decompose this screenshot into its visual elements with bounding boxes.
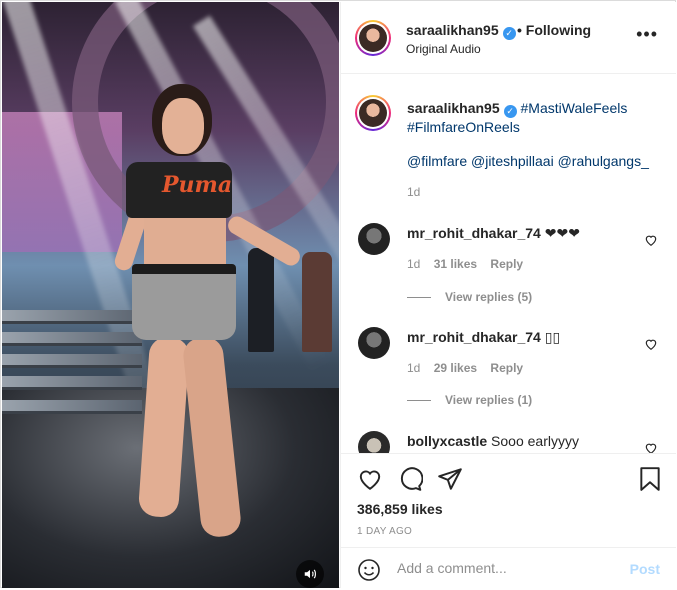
speaker-icon <box>304 569 316 579</box>
post-video[interactable]: Puma <box>2 2 339 588</box>
comment-text: ▯▯ <box>544 329 561 345</box>
caption-timestamp[interactable]: 1d <box>407 185 420 199</box>
comment-avatar[interactable] <box>358 431 390 453</box>
comment-avatar[interactable] <box>358 223 390 255</box>
comment-text: ❤❤❤ <box>544 225 580 241</box>
comment-username[interactable]: mr_rohit_dhakar_74 <box>407 329 541 345</box>
post-header: saraalikhan95 ✓ • Following Original Audi… <box>341 2 676 74</box>
like-comment-heart-icon[interactable] <box>644 233 658 247</box>
background-person <box>248 248 274 352</box>
dancer-face <box>162 98 204 154</box>
more-options-icon[interactable]: ••• <box>636 24 658 45</box>
header-username[interactable]: saraalikhan95 ✓ <box>406 22 516 40</box>
shirt-logo: Puma <box>162 172 233 198</box>
comment-row: bollyxcastle Sooo earlyyyy <box>407 433 579 449</box>
comment-text: Sooo earlyyyy <box>491 433 579 449</box>
comment-username[interactable]: mr_rohit_dhakar_74 <box>407 225 541 241</box>
dancer-midriff <box>144 216 226 268</box>
verified-badge-icon: ✓ <box>503 105 517 118</box>
like-count[interactable]: 386,859 likes <box>357 501 443 517</box>
comment-meta: 1d 31 likes Reply <box>407 257 533 271</box>
view-replies-label: View replies (5) <box>445 290 533 304</box>
like-heart-icon[interactable] <box>357 466 383 492</box>
post-side-panel: saraalikhan95 ✓ • Following Original Audi… <box>340 2 676 588</box>
following-button[interactable]: • Following <box>517 22 591 38</box>
reply-button[interactable]: Reply <box>490 257 523 271</box>
reply-divider <box>407 400 431 402</box>
background-person <box>302 252 332 352</box>
comment-likes[interactable]: 29 likes <box>434 361 477 375</box>
stage-steps <box>2 400 142 414</box>
comment-meta: 1d 29 likes Reply <box>407 361 533 375</box>
post-actions: 386,859 likes 1 DAY AGO Post <box>341 453 676 589</box>
dancer-shorts <box>132 264 236 340</box>
stage-steps <box>2 376 142 390</box>
sound-toggle-button[interactable] <box>296 560 324 588</box>
comments-list[interactable]: saraalikhan95 ✓ #MastiWaleFeels #Filmfare… <box>341 75 676 453</box>
emoji-icon[interactable] <box>357 558 381 582</box>
post-timestamp[interactable]: 1 DAY AGO <box>357 526 412 537</box>
reply-button[interactable]: Reply <box>490 361 523 375</box>
comment-username[interactable]: bollyxcastle <box>407 433 487 449</box>
username-link[interactable]: saraalikhan95 <box>406 22 499 38</box>
comment-row: mr_rohit_dhakar_74 ❤❤❤ <box>407 225 580 242</box>
verified-badge-icon: ✓ <box>502 27 516 40</box>
view-replies-button[interactable]: View replies (1) <box>407 393 532 407</box>
stage-steps <box>2 310 142 324</box>
view-replies-label: View replies (1) <box>445 393 533 407</box>
reply-divider <box>407 297 431 299</box>
share-paper-plane-icon[interactable] <box>437 466 463 492</box>
like-comment-heart-icon[interactable] <box>644 337 658 351</box>
post-modal: Puma saraalikhan95 ✓ • Following Original… <box>0 0 676 588</box>
avatar[interactable] <box>355 20 391 56</box>
hashtag-link[interactable]: #MastiWaleFeels <box>521 100 628 116</box>
caption-mentions[interactable]: @filmfare @jiteshpillaai @rahulgangs_ <box>407 153 649 169</box>
comment-likes[interactable]: 31 likes <box>434 257 477 271</box>
view-replies-button[interactable]: View replies (5) <box>407 290 532 304</box>
stage-steps <box>2 332 142 346</box>
hashtag-link[interactable]: #FilmfareOnReels <box>407 119 520 135</box>
caption-avatar[interactable] <box>355 95 391 131</box>
comment-bubble-icon[interactable] <box>397 466 423 492</box>
comment-input[interactable] <box>397 560 607 576</box>
original-audio-link[interactable]: Original Audio <box>406 42 481 56</box>
post-comment-button[interactable]: Post <box>630 561 660 577</box>
caption-username[interactable]: saraalikhan95 <box>407 100 500 116</box>
add-comment-row: Post <box>341 547 676 590</box>
comment-time[interactable]: 1d <box>407 361 420 375</box>
comment-avatar[interactable] <box>358 327 390 359</box>
like-comment-heart-icon[interactable] <box>644 441 658 453</box>
save-bookmark-icon[interactable] <box>637 466 663 492</box>
comment-time[interactable]: 1d <box>407 257 420 271</box>
stage-steps <box>2 354 142 368</box>
comment-row: mr_rohit_dhakar_74 ▯▯ <box>407 329 560 346</box>
caption-text: saraalikhan95 ✓ #MastiWaleFeels #Filmfare… <box>407 99 657 137</box>
